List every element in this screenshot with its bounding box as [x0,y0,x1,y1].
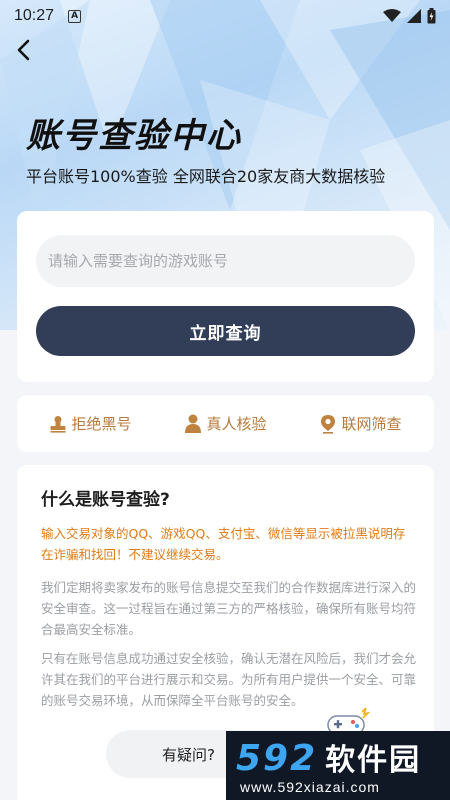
page-title: 账号查验中心 [26,116,242,156]
info-paragraph-1: 我们定期将卖家发布的账号信息提交至我们的合作数据库进行深入的安全审查。这一过程旨… [41,580,417,637]
notification-badge: A [68,9,82,23]
status-time: 10:27 [14,7,55,24]
feature-real-person-verify: 真人核验 [184,413,267,434]
stamp-icon [50,415,66,433]
watermark-name: 软件园 [325,743,422,778]
feature-bar: 拒绝黑号 真人核验 联网筛查 [17,395,434,452]
feature-label: 联网筛查 [341,415,402,433]
account-search-input[interactable] [36,235,415,287]
feature-label: 拒绝黑号 [71,415,132,433]
page-subtitle: 平台账号100%查验 全网联合20家友商大数据核验 [26,167,386,186]
chevron-left-icon [17,39,30,61]
site-watermark: 592 软件园 www.592xiazai.com [226,731,450,800]
battery-icon [427,8,436,24]
feature-network-screening: 联网筛查 [319,413,402,434]
query-now-button[interactable]: 立即查询 [36,306,415,356]
wifi-icon [383,9,401,22]
search-card: 立即查询 [17,211,434,382]
back-button[interactable] [10,36,38,64]
location-pin-icon [321,414,336,434]
info-paragraph-2: 只有在账号信息成功通过安全核验，确认无潜在风险后，我们才会允许其在我们的平台进行… [41,651,417,708]
status-bar: 10:27 A [0,0,450,32]
feature-label: 真人核验 [206,415,267,433]
info-title: 什么是账号查验? [41,490,170,510]
signal-icon [407,9,421,23]
feature-reject-black-accounts: 拒绝黑号 [49,413,132,434]
warning-text: 输入交易对象的QQ、游戏QQ、支付宝、微信等显示被拉黑说明存在诈骗和找回！不建议… [41,526,406,562]
watermark-number: 592 [236,738,318,779]
person-icon [185,414,202,433]
watermark-url: www.592xiazai.com [240,779,380,795]
